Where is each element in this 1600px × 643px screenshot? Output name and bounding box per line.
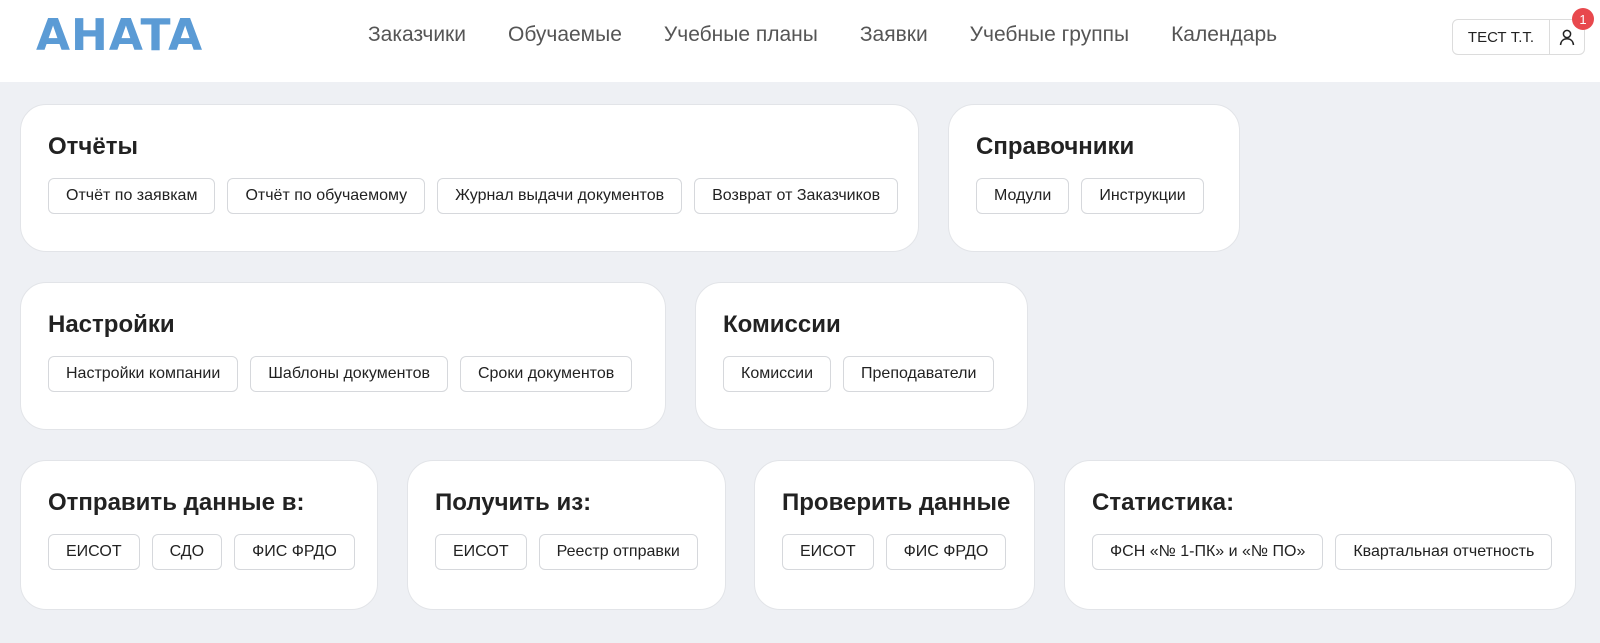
nav-item-requests[interactable]: Заявки [860, 23, 928, 47]
nav-item-curricula[interactable]: Учебные планы [664, 23, 818, 47]
quarterly-report-button[interactable]: Квартальная отчетность [1335, 534, 1553, 570]
main-nav: Заказчики Обучаемые Учебные планы Заявки… [368, 20, 1277, 50]
card-title: Справочники [976, 133, 1135, 160]
nav-item-trainees[interactable]: Обучаемые [508, 23, 622, 47]
send-sdo-button[interactable]: СДО [151, 534, 223, 570]
nav-item-customers[interactable]: Заказчики [368, 23, 466, 47]
send-fis-frdo-button[interactable]: ФИС ФРДО [234, 534, 355, 570]
top-bar: AHATA Заказчики Обучаемые Учебные планы … [0, 0, 1600, 82]
document-issue-log-button[interactable]: Журнал выдачи документов [437, 178, 683, 214]
card-title: Получить из: [435, 489, 592, 516]
card-title: Проверить данные [782, 489, 1011, 516]
check-data-card: Проверить данные ЕИСОТ ФИС ФРДО [754, 460, 1035, 610]
check-fis-frdo-button[interactable]: ФИС ФРДО [885, 534, 1007, 570]
receive-eisot-button[interactable]: ЕИСОТ [435, 534, 527, 570]
nav-item-study-groups[interactable]: Учебные группы [970, 23, 1129, 47]
settings-card: Настройки Настройки компании Шаблоны док… [20, 282, 666, 430]
send-eisot-button[interactable]: ЕИСОТ [48, 534, 140, 570]
reports-card: Отчёты Отчёт по заявкам Отчёт по обучаем… [20, 104, 919, 252]
check-eisot-button[interactable]: ЕИСОТ [782, 534, 874, 570]
notification-badge[interactable]: 1 [1572, 8, 1594, 30]
customer-returns-button[interactable]: Возврат от Заказчиков [694, 178, 899, 214]
fsn-report-button[interactable]: ФСН «№ 1-ПК» и «№ ПО» [1092, 534, 1324, 570]
report-trainee-button[interactable]: Отчёт по обучаемому [227, 178, 426, 214]
commissions-button[interactable]: Комиссии [723, 356, 832, 392]
card-title: Настройки [48, 311, 175, 338]
card-title: Статистика: [1092, 489, 1235, 516]
statistics-card: Статистика: ФСН «№ 1-ПК» и «№ ПО» Кварта… [1064, 460, 1576, 610]
card-title: Комиссии [723, 311, 841, 338]
user-menu: ТЕСТ Т.Т. [1452, 19, 1585, 55]
modules-button[interactable]: Модули [976, 178, 1070, 214]
card-title: Отчёты [48, 133, 138, 160]
receive-data-card: Получить из: ЕИСОТ Реестр отправки [407, 460, 726, 610]
company-settings-button[interactable]: Настройки компании [48, 356, 239, 392]
nav-item-calendar[interactable]: Календарь [1171, 23, 1277, 47]
instructions-button[interactable]: Инструкции [1081, 178, 1204, 214]
send-registry-button[interactable]: Реестр отправки [538, 534, 698, 570]
teachers-button[interactable]: Преподаватели [843, 356, 995, 392]
document-deadlines-button[interactable]: Сроки документов [459, 356, 633, 392]
commissions-card: Комиссии Комиссии Преподаватели [695, 282, 1028, 430]
document-templates-button[interactable]: Шаблоны документов [250, 356, 448, 392]
reference-card: Справочники Модули Инструкции [948, 104, 1240, 252]
send-data-card: Отправить данные в: ЕИСОТ СДО ФИС ФРДО [20, 460, 378, 610]
user-name-button[interactable]: ТЕСТ Т.Т. [1453, 20, 1550, 54]
logo[interactable]: AHATA [36, 10, 203, 62]
card-title: Отправить данные в: [48, 489, 305, 516]
report-requests-button[interactable]: Отчёт по заявкам [48, 178, 216, 214]
